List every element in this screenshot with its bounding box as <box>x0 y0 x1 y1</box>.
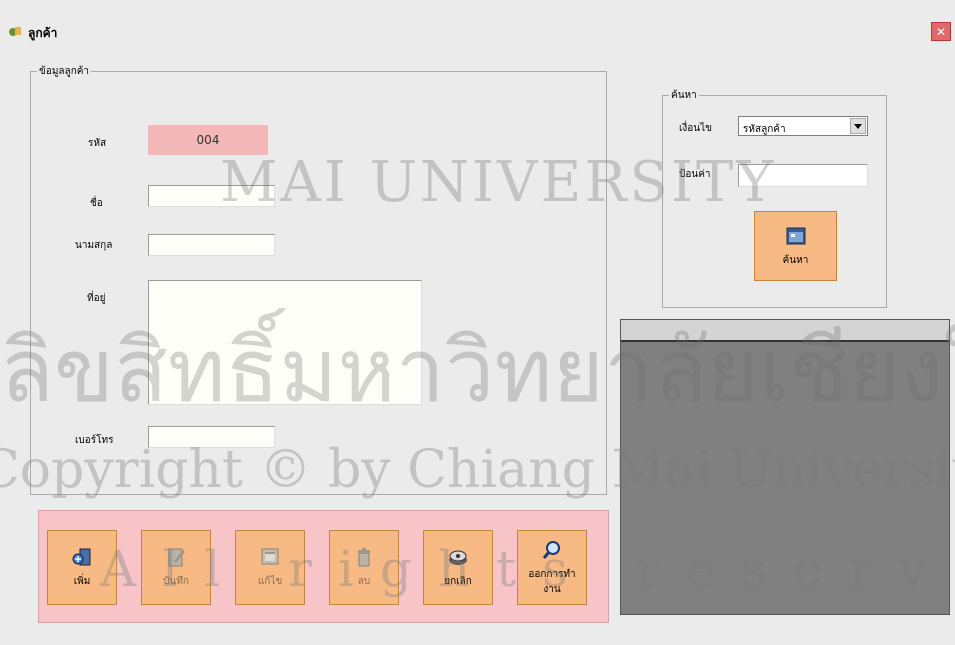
trash-icon <box>358 548 370 567</box>
search-condition-value: รหัสลูกค้า <box>743 124 786 135</box>
magnifier-icon <box>542 540 560 559</box>
delete-button-label: ลบ <box>357 576 371 587</box>
phone-label: เบอร์โทร <box>75 435 114 446</box>
customer-info-legend: ข้อมูลลูกค้า <box>39 66 90 77</box>
search-condition-label: เงื่อนไข <box>679 123 713 134</box>
customer-app-icon <box>9 27 21 36</box>
search-keyword-label: ป้อนค่า <box>679 169 711 180</box>
search-condition-select[interactable]: รหัสลูกค้า <box>738 116 868 136</box>
window-title: ลูกค้า <box>28 26 58 40</box>
customer-id-label: รหัส <box>88 138 107 149</box>
save-edit-icon <box>168 548 185 567</box>
search-window-icon <box>786 227 805 244</box>
cancel-button[interactable]: ยกเลิก <box>423 530 493 605</box>
address-label: ที่อยู่ <box>87 293 106 304</box>
exit-button[interactable]: ออกการทำ งาน <box>517 530 587 605</box>
search-button-label: ค้นหา <box>782 254 809 266</box>
exit-button-label-line2: งาน <box>543 583 561 595</box>
search-button[interactable]: ค้นหา <box>754 211 837 281</box>
chevron-down-icon[interactable] <box>850 118 866 134</box>
edit-button-label: แก้ไข <box>257 576 283 587</box>
close-icon: ✕ <box>935 24 947 39</box>
delete-button[interactable]: ลบ <box>329 530 399 605</box>
first-name-input[interactable] <box>148 185 275 207</box>
search-keyword-input[interactable] <box>738 164 868 187</box>
edit-button[interactable]: แก้ไข <box>235 530 305 605</box>
exit-button-label-line1: ออกการทำ <box>528 568 576 580</box>
results-grid[interactable] <box>620 319 950 615</box>
add-button[interactable]: เพิ่ม <box>47 530 117 605</box>
cancel-button-label: ยกเลิก <box>444 576 472 587</box>
last-name-input[interactable] <box>148 234 275 256</box>
close-button[interactable]: ✕ <box>931 22 951 41</box>
cancel-icon <box>449 550 467 565</box>
phone-input[interactable] <box>148 426 275 448</box>
save-button-label: บันทึก <box>163 576 189 587</box>
title-bar: ลูกค้า ✕ <box>0 0 955 41</box>
last-name-label: นามสกุล <box>75 240 113 251</box>
edit-window-icon <box>261 548 279 565</box>
search-legend: ค้นหา <box>671 90 697 101</box>
save-button[interactable]: บันทึก <box>141 530 211 605</box>
add-button-label: เพิ่ม <box>73 576 91 587</box>
form-client-area: ข้อมูลลูกค้า รหัส 004 ชื่อ นามสกุล ที่อย… <box>7 48 953 642</box>
address-textarea[interactable] <box>148 280 422 405</box>
results-grid-header <box>621 320 949 342</box>
first-name-label: ชื่อ <box>90 198 103 209</box>
add-record-icon <box>72 548 91 566</box>
customer-id-value: 004 <box>148 125 268 155</box>
